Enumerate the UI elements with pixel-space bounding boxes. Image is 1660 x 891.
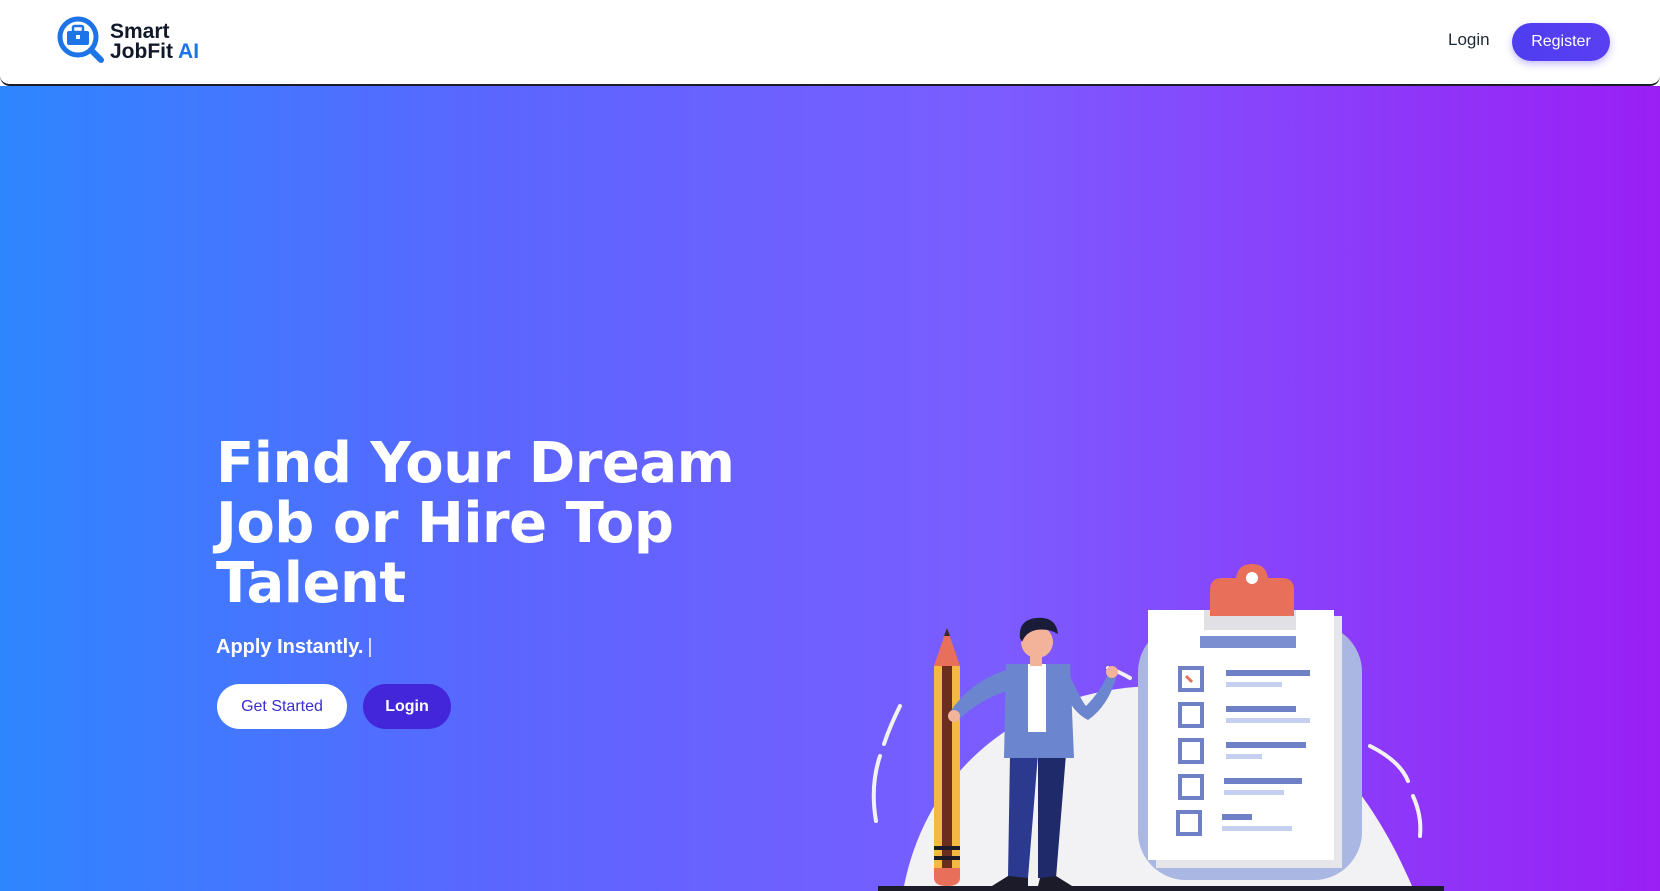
decorative-dash-left (871, 754, 882, 823)
ground-line (878, 886, 1444, 891)
clipboard-title-bar (1200, 636, 1296, 648)
pencil-lead (944, 628, 950, 636)
pencil-band-1 (934, 846, 960, 850)
decorative-dash-left-2 (882, 704, 902, 746)
nav-login-link[interactable]: Login (1448, 30, 1490, 50)
get-started-button[interactable]: Get Started (217, 684, 347, 729)
brand-line-1: Smart (110, 20, 170, 43)
person-shirt (1028, 664, 1046, 732)
brand-logo[interactable]: Smart JobFit AI (56, 15, 199, 69)
brand-line-2: JobFit AI (110, 40, 200, 63)
clipboard-clip-hole (1246, 572, 1258, 584)
typing-caret: | (367, 636, 373, 658)
hero-illustration (871, 564, 1444, 891)
person-hand-left (948, 710, 960, 722)
hero-subline-text: Apply Instantly. (216, 636, 364, 658)
brand-line-2-main: JobFit (110, 40, 179, 63)
decorative-dash-right-2 (1411, 794, 1423, 838)
nav-register-button[interactable]: Register (1512, 23, 1610, 61)
brand-name: Smart JobFit AI (110, 20, 200, 63)
hero-section: Find Your Dream Job or Hire Top Talent A… (0, 86, 1660, 891)
person-hand-right (1106, 666, 1118, 678)
hero-login-button[interactable]: Login (363, 684, 451, 729)
briefcase-search-icon (57, 16, 104, 63)
hero-headline: Find Your Dream Job or Hire Top Talent (216, 431, 735, 616)
brand-ai-accent: AI (178, 40, 200, 63)
decorative-dash-right (1368, 744, 1410, 783)
clipboard-clip (1210, 564, 1294, 616)
hero-subline: Apply Instantly. | (216, 636, 373, 659)
pencil-eraser (934, 868, 960, 886)
top-navbar: Smart JobFit AI Login Register (0, 0, 1660, 86)
pencil-stripe (942, 666, 952, 876)
pencil-band-2 (934, 856, 960, 860)
